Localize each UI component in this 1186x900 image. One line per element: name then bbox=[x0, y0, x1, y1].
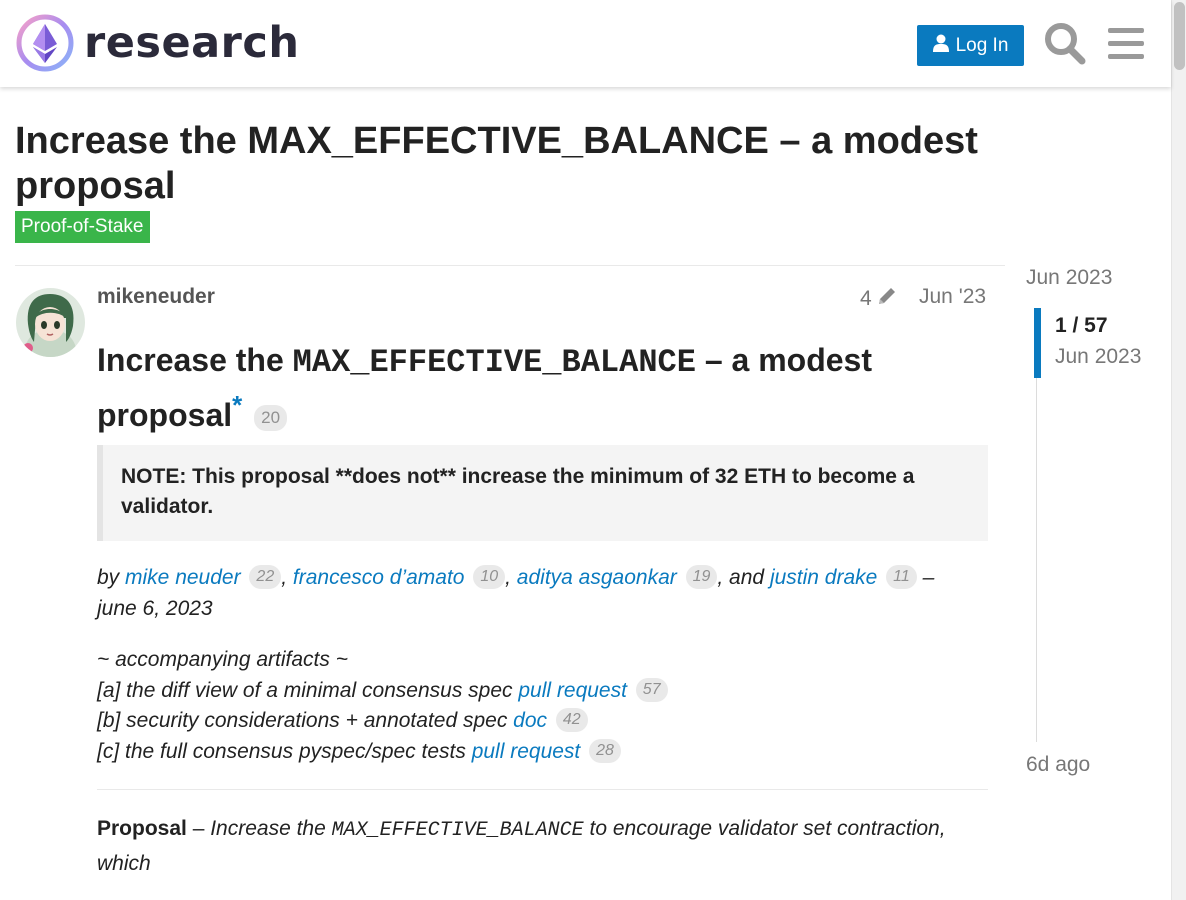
separator: , bbox=[505, 566, 517, 589]
search-icon[interactable] bbox=[1044, 21, 1086, 65]
timeline-scroll-handle[interactable] bbox=[1034, 308, 1041, 378]
post-date[interactable]: Jun '23 bbox=[919, 285, 986, 309]
title-divider bbox=[15, 265, 1005, 266]
author-link[interactable]: francesco d’amato bbox=[293, 566, 465, 589]
link-click-count: 57 bbox=[635, 677, 668, 702]
artifact-item: [a] the diff view of a minimal consensus… bbox=[97, 676, 977, 707]
separator: , bbox=[281, 566, 293, 589]
proposal-dash: – bbox=[186, 817, 211, 840]
topic-title[interactable]: Increase the MAX_EFFECTIVE_BALANCE – a m… bbox=[15, 119, 1005, 209]
artifacts-list: ~ accompanying artifacts ~ [a] the diff … bbox=[97, 645, 977, 767]
authors-by: by bbox=[97, 566, 126, 589]
timeline-end-date[interactable]: 6d ago bbox=[1026, 753, 1090, 777]
heading-anchor-link[interactable]: * bbox=[232, 390, 242, 420]
proposal-label: Proposal bbox=[97, 817, 187, 840]
post-heading-code: MAX_EFFECTIVE_BALANCE bbox=[292, 344, 696, 381]
link-click-count: 22 bbox=[249, 565, 282, 589]
note-blockquote: NOTE: This proposal **does not** increas… bbox=[97, 445, 988, 541]
post-heading-text: Increase the bbox=[97, 342, 293, 378]
proposal-text: Increase the MAX_EFFECTIVE_BALANCE to en… bbox=[97, 817, 946, 875]
artifact-text: [b] security considerations + annotated … bbox=[97, 709, 514, 732]
artifact-text: [a] the diff view of a minimal consensus… bbox=[97, 678, 519, 702]
post-divider bbox=[97, 789, 988, 790]
separator: – bbox=[916, 566, 935, 589]
post-heading: Increase the MAX_EFFECTIVE_BALANCE – a m… bbox=[97, 339, 997, 437]
artifact-item: [b] security considerations + annotated … bbox=[97, 706, 977, 737]
artifact-item: [c] the full consensus pyspec/spec tests… bbox=[97, 737, 977, 768]
post-username[interactable]: mikeneuder bbox=[97, 285, 215, 309]
link-click-count: 28 bbox=[589, 738, 621, 763]
avatar[interactable] bbox=[16, 288, 85, 357]
author-link[interactable]: aditya asgaonkar bbox=[517, 566, 677, 589]
login-label: Log In bbox=[955, 34, 1009, 56]
artifact-text: [c] the full consensus pyspec/spec tests bbox=[97, 739, 472, 763]
timeline-position-date: Jun 2023 bbox=[1055, 345, 1142, 368]
edit-history-button[interactable]: 4 bbox=[860, 285, 898, 313]
separator: , and bbox=[717, 566, 770, 589]
scrollbar-thumb[interactable] bbox=[1174, 2, 1185, 70]
link-click-count: 11 bbox=[886, 565, 917, 589]
post-authors: by mike neuder 22, francesco d’amato 10,… bbox=[97, 562, 977, 624]
login-button[interactable]: Log In bbox=[917, 25, 1024, 66]
artifacts-heading: ~ accompanying artifacts ~ bbox=[97, 648, 348, 671]
site-header: research Log In bbox=[0, 0, 1171, 87]
user-icon bbox=[932, 34, 949, 58]
timeline-start-date[interactable]: Jun 2023 bbox=[1026, 266, 1112, 290]
page-scrollbar[interactable] bbox=[1171, 0, 1186, 900]
artifact-link[interactable]: pull request bbox=[518, 679, 627, 702]
hamburger-menu-icon[interactable] bbox=[1106, 21, 1148, 65]
link-click-count: 20 bbox=[254, 405, 288, 431]
author-link[interactable]: justin drake bbox=[770, 566, 877, 589]
link-click-count: 42 bbox=[555, 708, 588, 732]
proposal-paragraph: Proposal – Increase the MAX_EFFECTIVE_BA… bbox=[97, 812, 977, 880]
proposal-text-start: Increase the bbox=[210, 817, 332, 840]
link-click-count: 10 bbox=[473, 565, 506, 589]
category-badge[interactable]: Proof-of-Stake bbox=[15, 211, 150, 243]
artifact-link[interactable]: doc bbox=[513, 709, 547, 732]
edit-count: 4 bbox=[860, 287, 872, 310]
proposal-code: MAX_EFFECTIVE_BALANCE bbox=[331, 819, 584, 842]
link-click-count: 19 bbox=[685, 565, 718, 589]
author-link[interactable]: mike neuder bbox=[125, 566, 241, 589]
site-logo-text[interactable]: research bbox=[84, 14, 299, 72]
ethereum-logo[interactable] bbox=[16, 14, 74, 72]
artifact-link[interactable]: pull request bbox=[472, 740, 581, 763]
pencil-icon bbox=[876, 285, 898, 313]
authors-date: june 6, 2023 bbox=[97, 597, 213, 620]
timeline-position: 1 / 57 bbox=[1055, 314, 1108, 337]
